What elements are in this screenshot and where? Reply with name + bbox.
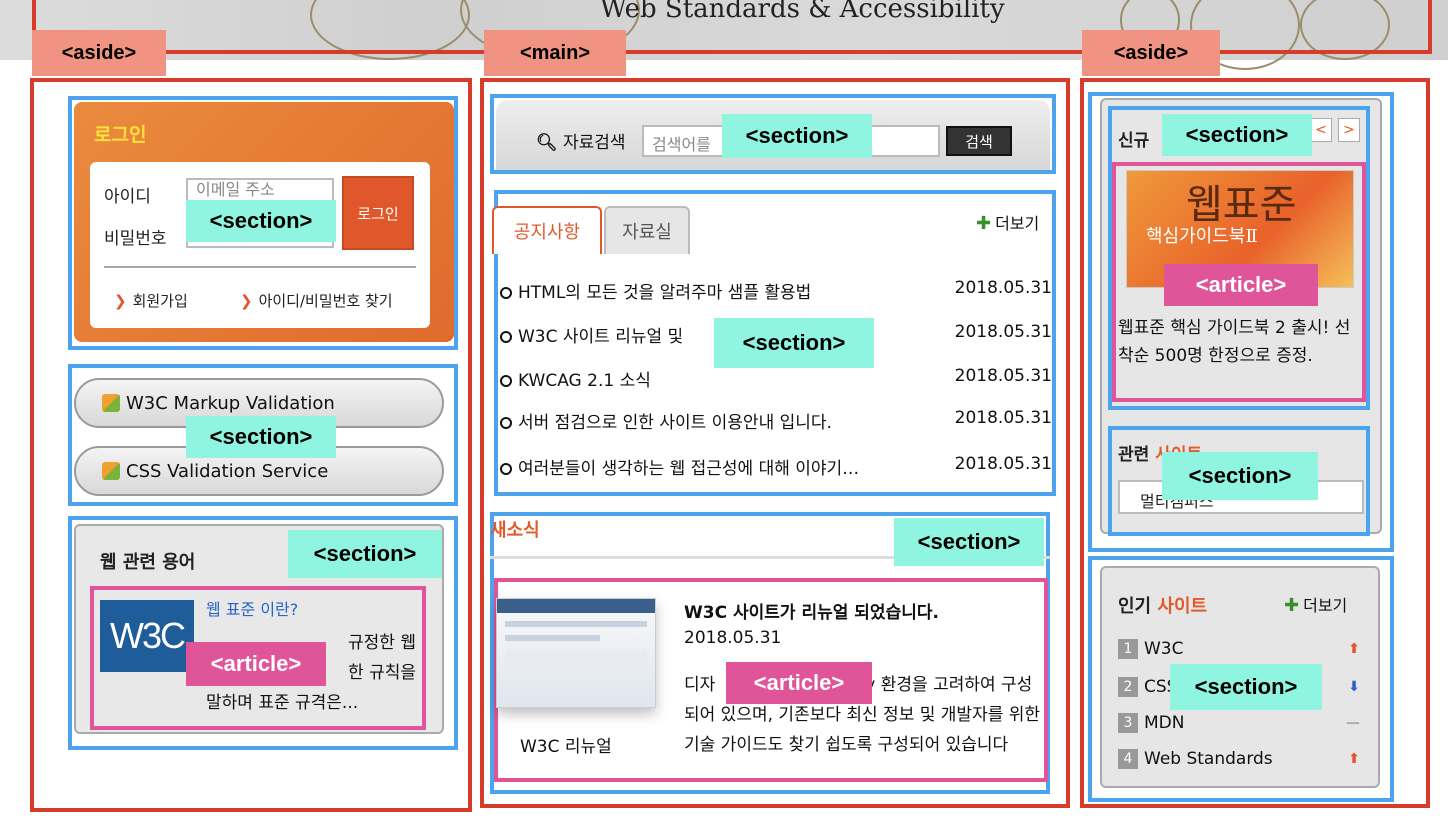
bullet-icon [500, 417, 512, 429]
book-cover-subtitle: 핵심가이드북Ⅱ [1146, 226, 1258, 247]
list-item[interactable]: 여러분들이 생각하는 웹 접근성에 대해 이야기… 2018.05.31 [500, 454, 1052, 484]
terms-line: 말하며 표준 규격은... [206, 693, 359, 713]
bullet-icon [500, 463, 512, 475]
article-tag: <article> [1164, 264, 1318, 306]
section-tag: <section> [1162, 114, 1312, 156]
tab-archive[interactable]: 자료실 [604, 206, 690, 254]
site-name: MDN [1144, 713, 1185, 733]
notice-date: 2018.05.31 [954, 408, 1052, 428]
list-item[interactable]: KWCAG 2.1 소식 2018.05.31 [500, 366, 1052, 396]
more-label: 더보기 [1303, 596, 1348, 615]
book-description: 웹표준 핵심 가이드북 2 출시! 선착순 500명 한정으로 증정. [1118, 318, 1351, 366]
find-account-label: 아이디/비밀번호 찾기 [258, 292, 393, 310]
left-aside-tag: <aside> [32, 30, 166, 76]
list-item[interactable]: 서버 점검으로 인한 사이트 이용안내 입니다. 2018.05.31 [500, 408, 1052, 438]
id-label: 아이디 [104, 187, 151, 207]
bullet-icon [500, 375, 512, 387]
chevron-right-icon: ❯ [240, 292, 253, 310]
article-tag: <article> [186, 642, 326, 686]
notice-title: W3C 사이트 리뉴얼 및 [518, 327, 684, 347]
css-validation-label: CSS Validation Service [126, 460, 329, 482]
more-label: 더보기 [995, 214, 1040, 233]
notice-date: 2018.05.31 [954, 278, 1052, 298]
trend-up-icon: ⬆ [1348, 641, 1360, 657]
popular-heading-text: 인기 [1118, 596, 1152, 617]
plus-icon: ✚ [976, 213, 992, 234]
login-button[interactable]: 로그인 [342, 176, 414, 250]
bullet-icon [500, 331, 512, 343]
list-item[interactable]: 4 Web Standards ⬆ [1118, 746, 1368, 772]
notice-title: 서버 점검으로 인한 사이트 이용안내 입니다. [518, 413, 832, 433]
popular-more-link[interactable]: ✚ 더보기 [1284, 592, 1347, 616]
book-heading: 신규 [1118, 131, 1150, 151]
news-date: 2018.05.31 [684, 628, 782, 648]
section-tag: <section> [1170, 664, 1322, 710]
cube-icon [102, 394, 120, 412]
prev-button[interactable]: < [1310, 118, 1332, 142]
article-tag: <article> [726, 662, 872, 704]
find-account-link[interactable]: ❯ 아이디/비밀번호 찾기 [240, 290, 393, 311]
news-thumbnail[interactable] [496, 598, 656, 708]
web-standard-link[interactable]: 웹 표준 이란? [206, 596, 298, 620]
trend-down-icon: ⬇ [1348, 679, 1360, 695]
section-tag: <section> [894, 518, 1044, 566]
plus-icon: ✚ [1284, 595, 1300, 616]
related-heading-text: 관련 [1118, 445, 1150, 465]
section-tag: <section> [722, 114, 872, 158]
rank-badge: 2 [1118, 677, 1138, 697]
search-label-text: 자료검색 [563, 133, 626, 153]
notices-more-link[interactable]: ✚ 더보기 [976, 210, 1039, 234]
popular-heading-accent: 사이트 [1157, 596, 1208, 617]
notice-date: 2018.05.31 [954, 454, 1052, 474]
rank-badge: 3 [1118, 713, 1138, 733]
password-label: 비밀번호 [104, 229, 167, 249]
list-item[interactable]: HTML의 모든 것을 알려주마 샘플 활용법 2018.05.31 [500, 278, 1052, 308]
thumbnail-header [497, 599, 655, 613]
news-title: 새소식 [490, 520, 540, 541]
rank-badge: 1 [1118, 639, 1138, 659]
trend-same-icon: — [1346, 715, 1360, 731]
notice-date: 2018.05.31 [954, 366, 1052, 386]
login-divider [104, 266, 416, 268]
signup-label: 회원가입 [132, 292, 188, 310]
bullet-icon [500, 287, 512, 299]
trend-up-icon: ⬆ [1348, 751, 1360, 767]
news-headline[interactable]: W3C 사이트가 리뉴얼 되었습니다. [684, 598, 939, 623]
section-tag: <section> [1162, 452, 1318, 500]
w3c-logo: W3C [100, 600, 194, 672]
right-aside-tag: <aside> [1082, 30, 1220, 76]
notice-title: HTML의 모든 것을 알려주마 샘플 활용법 [518, 283, 812, 303]
main-tag: <main> [484, 30, 626, 76]
search-label: 🔍︎ 자료검색 [536, 128, 626, 153]
section-tag: <section> [186, 200, 336, 242]
signup-link[interactable]: ❯ 회원가입 [114, 290, 188, 311]
header-outline [32, 0, 1432, 54]
notice-date: 2018.05.31 [954, 322, 1052, 342]
site-name: W3C [1144, 639, 1184, 659]
search-icon: 🔍︎ [536, 133, 558, 153]
search-button[interactable]: 검색 [946, 126, 1012, 156]
terms-title: 웹 관련 용어 [100, 552, 196, 573]
section-tag: <section> [288, 530, 442, 578]
popular-heading: 인기 사이트 [1118, 592, 1207, 618]
section-tag: <section> [186, 416, 336, 458]
tab-notices[interactable]: 공지사항 [492, 206, 602, 254]
chevron-right-icon: ❯ [114, 292, 127, 310]
list-item[interactable]: 3 MDN — [1118, 710, 1368, 736]
cube-icon [102, 462, 120, 480]
login-title: 로그인 [94, 124, 147, 146]
news-caption: W3C 리뉴얼 [520, 737, 612, 757]
thumbnail-line [505, 621, 647, 627]
news-body-start: 디자 [684, 675, 716, 695]
next-button[interactable]: > [1338, 118, 1360, 142]
notice-title: 여러분들이 생각하는 웹 접근성에 대해 이야기… [518, 459, 860, 479]
list-item[interactable]: 1 W3C ⬆ [1118, 636, 1368, 662]
thumbnail-line [505, 635, 600, 641]
section-tag: <section> [714, 318, 874, 368]
site-name: Web Standards [1144, 749, 1273, 769]
thumbnail-block [505, 649, 647, 679]
notice-title: KWCAG 2.1 소식 [518, 371, 651, 391]
markup-validation-label: W3C Markup Validation [126, 392, 335, 414]
rank-badge: 4 [1118, 749, 1138, 769]
